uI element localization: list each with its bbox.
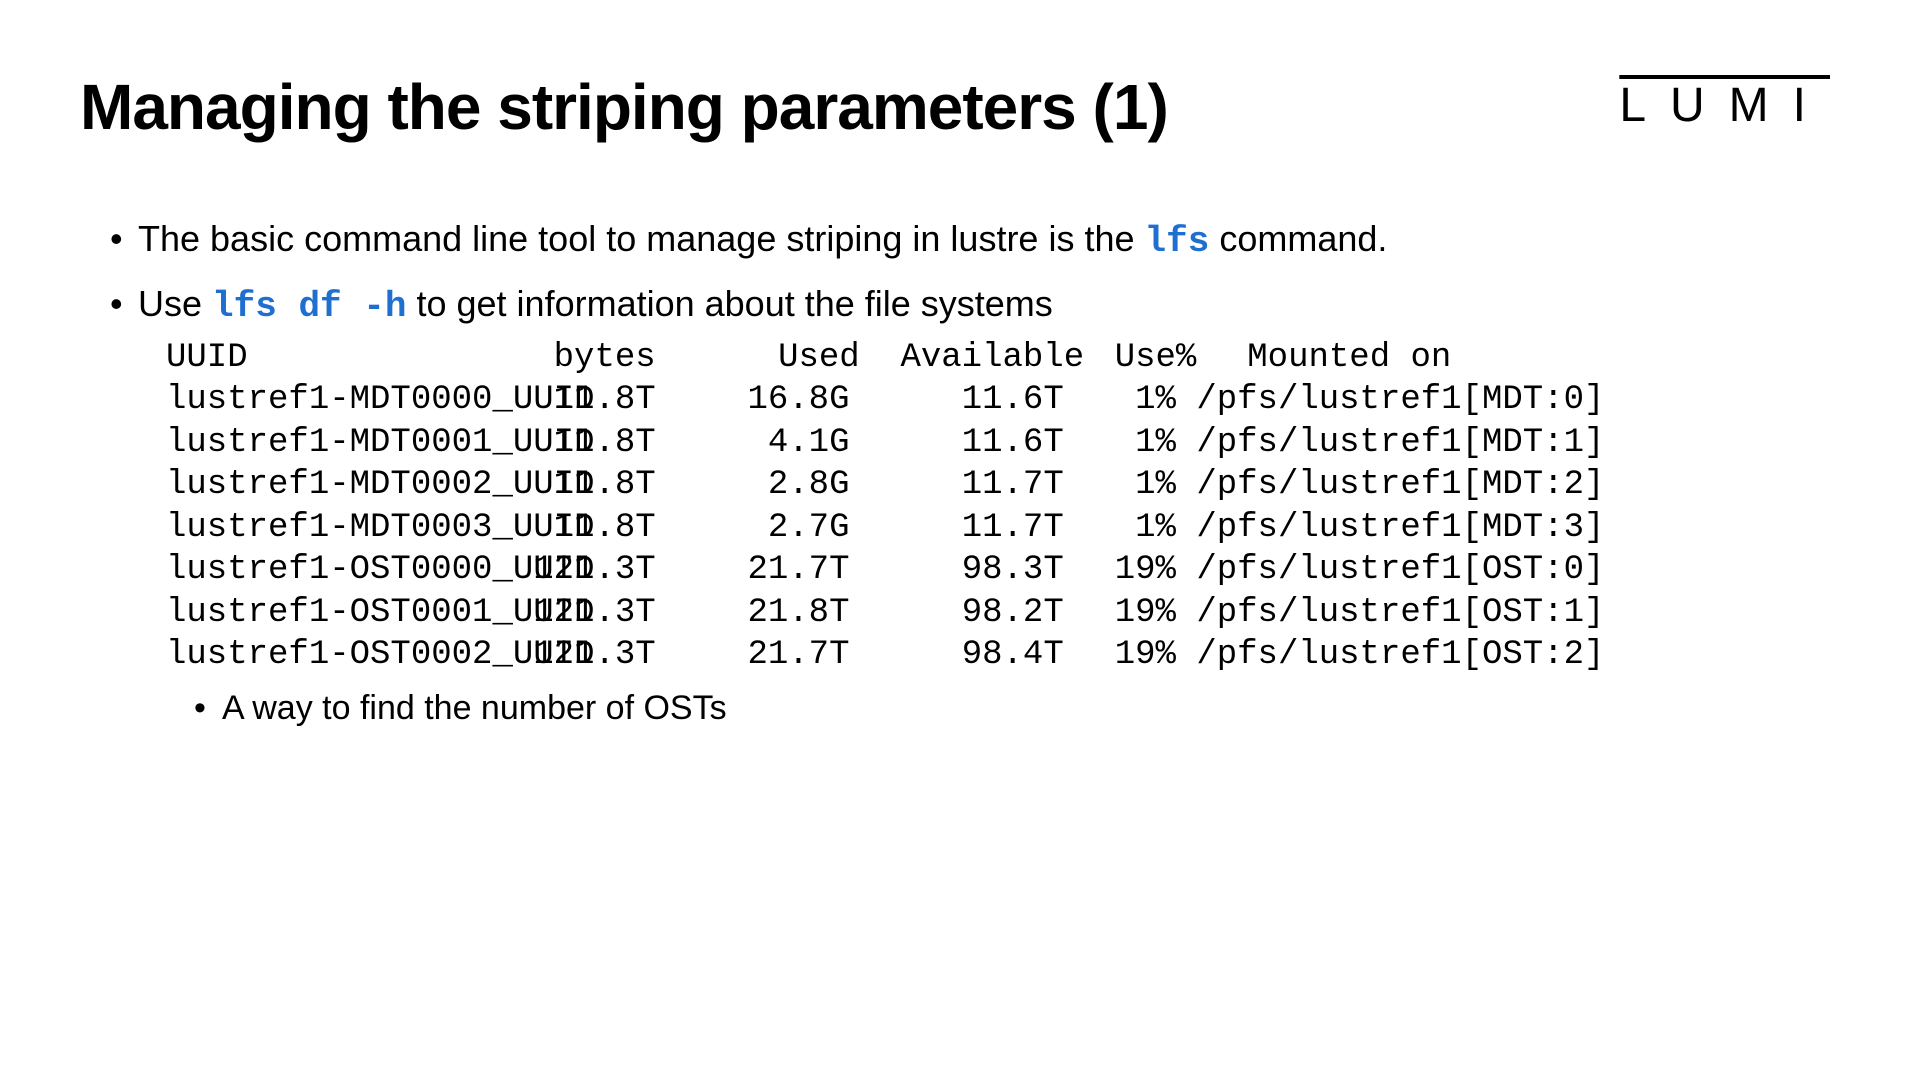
cell-used: 21.8T [656, 592, 850, 635]
cell-used: 4.1G [656, 422, 850, 465]
sub-bullet-text: A way to find the number of OSTs [222, 689, 727, 727]
cell-used: 2.7G [656, 507, 850, 550]
cell-avail: 98.2T [850, 592, 1064, 635]
cell-usep: 1% [1064, 507, 1176, 550]
cell-avail: 98.3T [850, 549, 1064, 592]
cell-avail: 11.6T [850, 379, 1064, 422]
cell-usep: 1% [1064, 379, 1176, 422]
cell-bytes: 121.3T [462, 634, 656, 677]
cell-used: 2.8G [656, 464, 850, 507]
col-header-mounted: Mounted on [1227, 337, 1451, 380]
cell-uuid: lustref1-OST0002_UUID [166, 634, 462, 677]
col-header-bytes: bytes [462, 337, 666, 380]
cell-uuid: lustref1-OST0000_UUID [166, 549, 462, 592]
cell-bytes: 11.8T [462, 379, 656, 422]
cell-bytes: 11.8T [462, 422, 656, 465]
bullet-2-text-post: to get information about the file system… [406, 283, 1052, 324]
col-header-uuid: UUID [166, 337, 462, 380]
bullet-1-text-pre: The basic command line tool to manage st… [138, 218, 1145, 259]
table-row: lustref1-MDT0000_UUID11.8T16.8G11.6T1%/p… [166, 379, 1840, 422]
content: The basic command line tool to manage st… [80, 214, 1840, 732]
cell-usep: 1% [1064, 422, 1176, 465]
cell-avail: 98.4T [850, 634, 1064, 677]
bullet-item-2: Use lfs df -h to get information about t… [110, 279, 1840, 732]
cell-mnt: /pfs/lustref1[MDT:2] [1176, 464, 1604, 507]
lfs-df-output: UUID bytes Used Available Use% Mounted o… [166, 337, 1840, 677]
sub-bullet-list: A way to find the number of OSTs [138, 685, 1840, 733]
page-title: Managing the striping parameters (1) [80, 70, 1168, 144]
cell-avail: 11.7T [850, 507, 1064, 550]
cell-mnt: /pfs/lustref1[OST:0] [1176, 549, 1604, 592]
cell-avail: 11.6T [850, 422, 1064, 465]
bullet-1-text-post: command. [1209, 218, 1387, 259]
cell-uuid: lustref1-MDT0000_UUID [166, 379, 462, 422]
cell-mnt: /pfs/lustref1[MDT:1] [1176, 422, 1604, 465]
cell-used: 21.7T [656, 634, 850, 677]
code-lfs: lfs [1145, 221, 1210, 262]
cell-usep: 19% [1064, 592, 1176, 635]
table-row: lustref1-OST0002_UUID121.3T21.7T98.4T19%… [166, 634, 1840, 677]
cell-bytes: 11.8T [462, 464, 656, 507]
cell-usep: 19% [1064, 549, 1176, 592]
bullet-2-text-pre: Use [138, 283, 212, 324]
cell-mnt: /pfs/lustref1[MDT:0] [1176, 379, 1604, 422]
sub-bullet-item: A way to find the number of OSTs [194, 685, 1840, 733]
table-row: lustref1-MDT0002_UUID11.8T2.8G11.7T1%/pf… [166, 464, 1840, 507]
cell-uuid: lustref1-MDT0003_UUID [166, 507, 462, 550]
cell-uuid: lustref1-OST0001_UUID [166, 592, 462, 635]
cell-uuid: lustref1-MDT0002_UUID [166, 464, 462, 507]
cell-mnt: /pfs/lustref1[MDT:3] [1176, 507, 1604, 550]
cell-bytes: 121.3T [462, 592, 656, 635]
cell-used: 21.7T [656, 549, 850, 592]
col-header-available: Available [870, 337, 1094, 380]
table-row: lustref1-OST0000_UUID121.3T21.7T98.3T19%… [166, 549, 1840, 592]
cell-usep: 19% [1064, 634, 1176, 677]
cell-bytes: 121.3T [462, 549, 656, 592]
cell-mnt: /pfs/lustref1[OST:2] [1176, 634, 1604, 677]
table-header-row: UUID bytes Used Available Use% Mounted o… [166, 337, 1840, 380]
table-row: lustref1-OST0001_UUID121.3T21.8T98.2T19%… [166, 592, 1840, 635]
cell-mnt: /pfs/lustref1[OST:1] [1176, 592, 1604, 635]
cell-used: 16.8G [656, 379, 850, 422]
bullet-list: The basic command line tool to manage st… [80, 214, 1840, 732]
col-header-used: Used [666, 337, 870, 380]
cell-avail: 11.7T [850, 464, 1064, 507]
cell-usep: 1% [1064, 464, 1176, 507]
slide: Managing the striping parameters (1) LUM… [0, 0, 1920, 1080]
cell-bytes: 11.8T [462, 507, 656, 550]
lumi-logo: LUMI [1619, 78, 1830, 133]
cell-uuid: lustref1-MDT0001_UUID [166, 422, 462, 465]
code-lfs-df-h: lfs df -h [212, 286, 406, 327]
col-header-use-pct: Use% [1094, 337, 1227, 380]
table-row: lustref1-MDT0001_UUID11.8T4.1G11.6T1%/pf… [166, 422, 1840, 465]
header: Managing the striping parameters (1) LUM… [80, 50, 1840, 144]
table-row: lustref1-MDT0003_UUID11.8T2.7G11.7T1%/pf… [166, 507, 1840, 550]
bullet-item-1: The basic command line tool to manage st… [110, 214, 1840, 267]
